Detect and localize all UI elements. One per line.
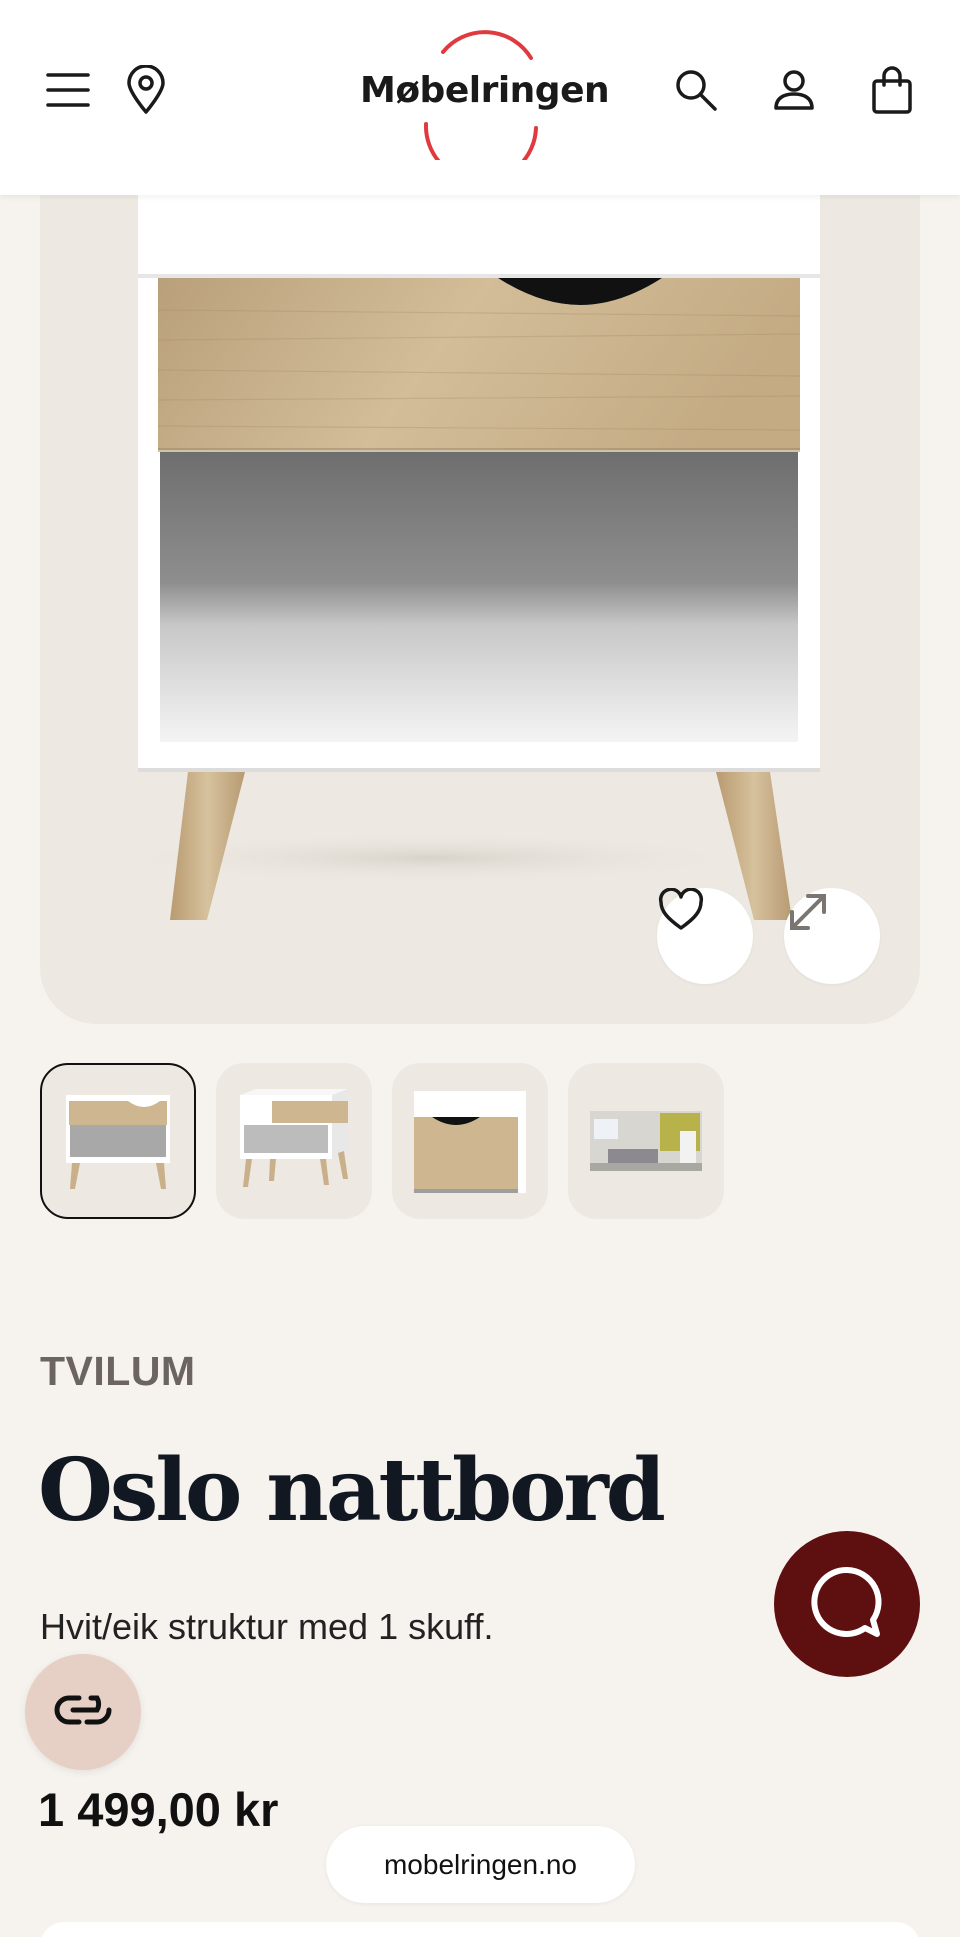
account-icon[interactable] (766, 62, 822, 118)
accessibility-toggle-button[interactable] (25, 1654, 141, 1770)
loop-icon (51, 1692, 115, 1733)
product-title: Oslo nattbord (38, 1440, 666, 1541)
shopping-bag-icon[interactable] (864, 62, 920, 118)
thumbnail-3[interactable] (392, 1063, 548, 1219)
thumbnail-1[interactable] (40, 1063, 196, 1219)
product-description: Hvit/eik struktur med 1 skuff. (40, 1606, 494, 1647)
search-icon[interactable] (668, 62, 724, 118)
chat-bubble-icon (807, 1562, 887, 1647)
location-pin-icon[interactable] (118, 62, 174, 118)
thumbnail-4[interactable] (568, 1063, 724, 1219)
logo-text: Møbelringen (360, 70, 610, 111)
product-price: 1 499,00 kr (38, 1783, 279, 1836)
menu-icon[interactable] (40, 62, 96, 118)
site-header: Møbelringen (0, 0, 960, 195)
product-main-image[interactable] (40, 120, 920, 1024)
expand-image-button[interactable] (784, 888, 880, 984)
product-brand[interactable]: TVILUM (40, 1348, 196, 1395)
thumbnail-2[interactable] (216, 1063, 372, 1219)
favorite-button[interactable] (657, 888, 753, 984)
site-logo[interactable]: Møbelringen (340, 30, 620, 160)
chat-button[interactable] (774, 1531, 920, 1677)
browser-url-bar[interactable]: mobelringen.no (326, 1826, 635, 1903)
bottom-panel-edge (40, 1922, 920, 1937)
